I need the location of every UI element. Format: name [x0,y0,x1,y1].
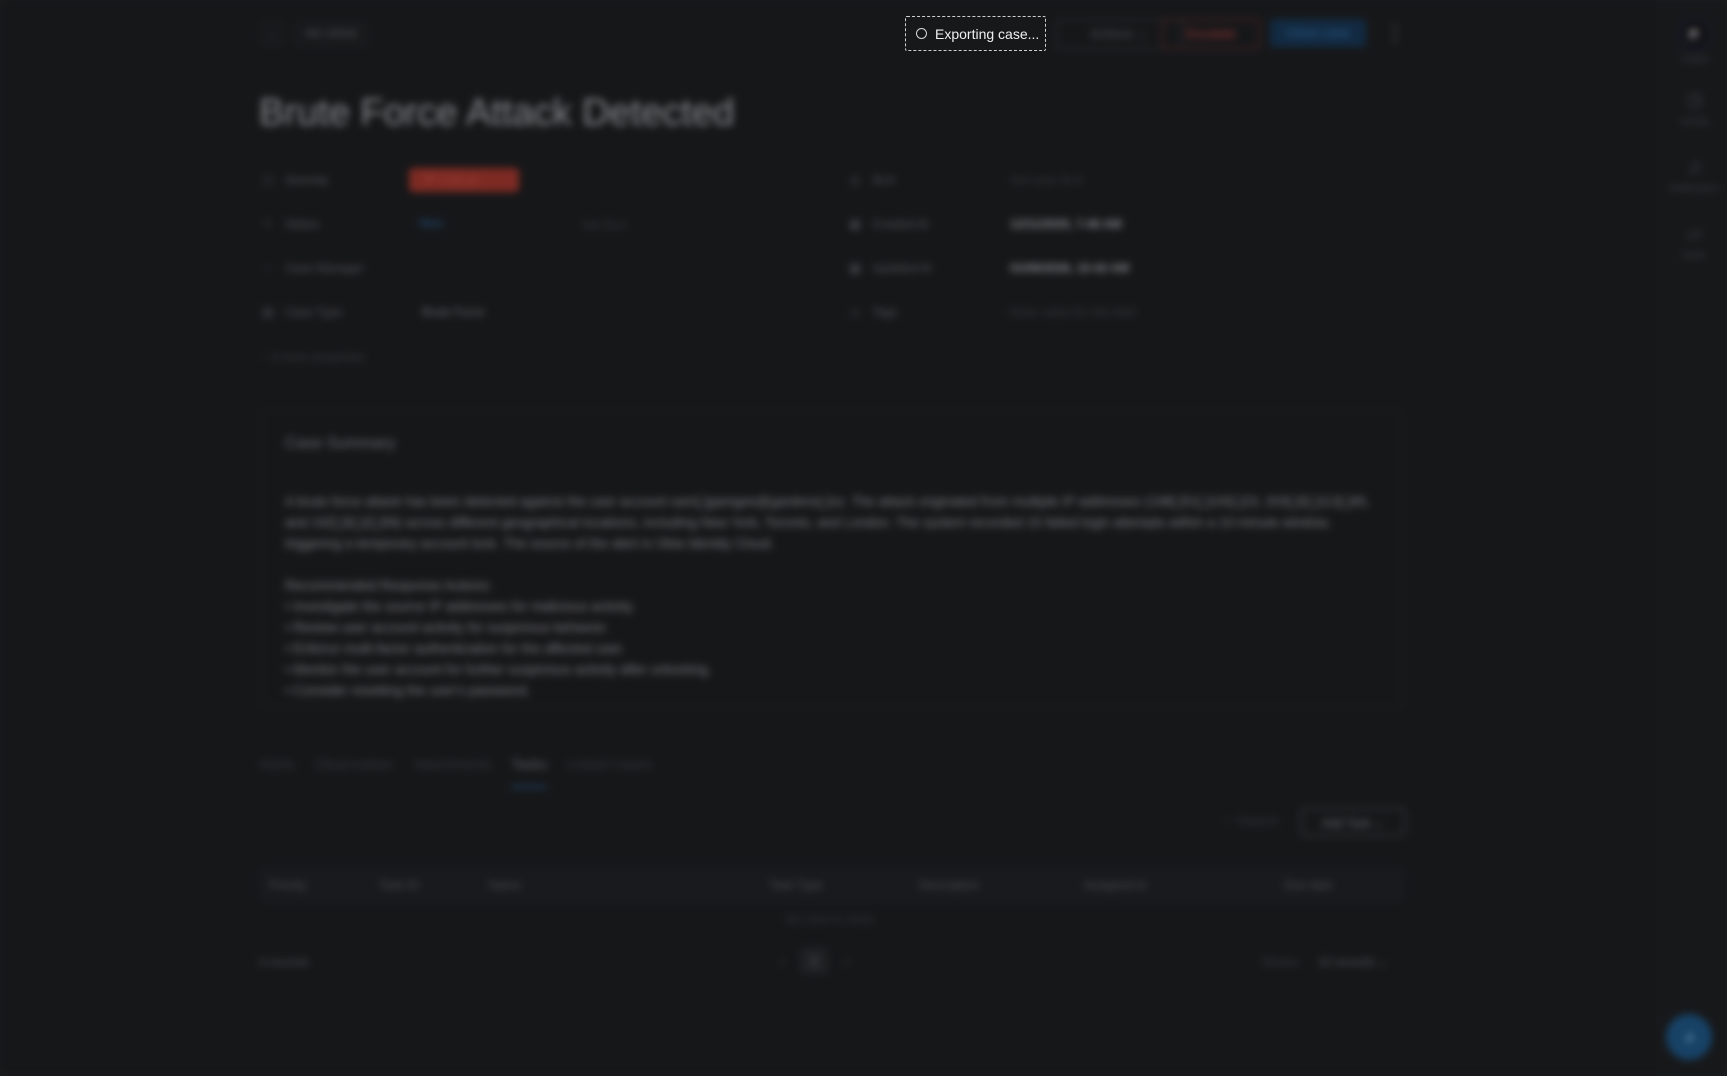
dim-overlay [0,0,1727,1076]
toast-text: Exporting case... [935,25,1040,42]
spinner-icon [916,28,927,39]
blurred-backdrop: ‹ INC-00042 Actions ⌄ Escalate Close cas… [0,0,1727,1076]
export-status-toast: Exporting case... [905,16,1046,51]
